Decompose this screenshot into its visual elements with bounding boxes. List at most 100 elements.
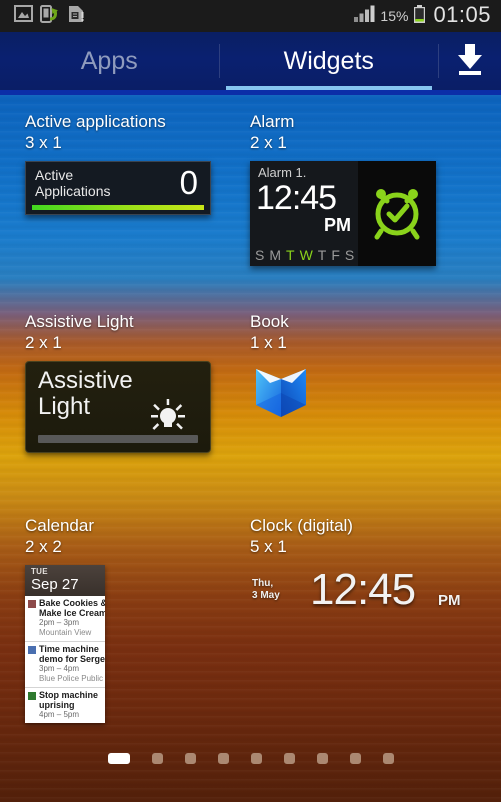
- clock-time-label: 12:45: [310, 565, 416, 614]
- widget-item-book[interactable]: Book 1 x 1: [250, 311, 312, 428]
- page-dot-6[interactable]: [283, 753, 295, 764]
- widget-item-assistive-light[interactable]: Assistive Light 2 x 1 Assistive Light: [25, 311, 211, 453]
- alarm-day-1: M: [269, 247, 282, 263]
- widget-title: Assistive Light: [25, 312, 134, 331]
- status-bar: 15% 01:05: [0, 0, 501, 32]
- calendar-event-body: Bake Cookies & Make Ice Cream 2pm – 3pm …: [39, 598, 105, 638]
- battery-percent-label: 15%: [380, 8, 409, 24]
- widget-size: 1 x 1: [250, 333, 287, 352]
- status-bar-right: 15% 01:05: [354, 4, 491, 28]
- clock-date-line1: Thu,: [252, 578, 274, 589]
- widget-item-calendar[interactable]: Calendar 2 x 2 TUE Sep 27 Bake Cookies &…: [25, 515, 105, 723]
- sim-card-alert-icon: [67, 5, 85, 28]
- calendar-event-time: 2pm – 3pm: [39, 618, 80, 627]
- alarm-icon-panel: [358, 161, 436, 266]
- widget-title: Alarm: [250, 112, 295, 131]
- widget-preview-active-applications[interactable]: Active Applications 0: [25, 161, 211, 215]
- active-applications-label: Active Applications: [35, 167, 155, 199]
- page-dot-4[interactable]: [217, 753, 229, 764]
- alarm-info-panel: Alarm 1. 12:45 PM S M T W T F S: [250, 161, 358, 266]
- alarm-day-3: W: [299, 247, 313, 263]
- widget-title: Clock (digital): [250, 516, 353, 535]
- widget-title: Book: [250, 312, 289, 331]
- calendar-event-title-line2: Make Ice Cream: [39, 608, 105, 618]
- calendar-event-color-dot: [28, 600, 36, 608]
- status-bar-clock: 01:05: [433, 2, 491, 27]
- page-indicator: [0, 753, 501, 764]
- battery-icon: [413, 4, 426, 28]
- page-dot-8[interactable]: [349, 753, 361, 764]
- alarm-clock-icon: [365, 179, 429, 248]
- calendar-event-color-dot: [28, 646, 36, 654]
- widget-item-alarm[interactable]: Alarm 2 x 1 Alarm 1. 12:45 PM S M T W T: [250, 111, 436, 266]
- calendar-event-row[interactable]: Bake Cookies & Make Ice Cream 2pm – 3pm …: [25, 596, 105, 642]
- page-dot-2[interactable]: [151, 753, 163, 764]
- alarm-day-5: F: [331, 247, 340, 263]
- status-bar-left-icons: [14, 4, 85, 28]
- download-icon: [454, 42, 486, 81]
- widget-size: 5 x 1: [250, 537, 287, 556]
- calendar-event-location: Mountain View: [39, 628, 92, 637]
- widget-preview-calendar[interactable]: TUE Sep 27 Bake Cookies & Make Ice Cream…: [25, 565, 105, 723]
- calendar-event-title-line1: Time machine: [39, 644, 99, 654]
- clock-date-line2: 3 May: [252, 590, 280, 601]
- brightness-slider[interactable]: [38, 435, 198, 443]
- widget-item-active-applications[interactable]: Active applications 3 x 1 Active Applica…: [25, 111, 211, 215]
- usb-transfer-icon: [40, 4, 60, 28]
- calendar-event-time: 3pm – 4pm: [39, 664, 80, 673]
- tab-apps[interactable]: Apps: [0, 32, 219, 90]
- active-applications-label-line2: Applications: [35, 183, 111, 199]
- calendar-event-title-line1: Bake Cookies &: [39, 598, 105, 608]
- download-button[interactable]: [439, 32, 501, 90]
- widget-grid: Active applications 3 x 1 Active Applica…: [0, 95, 501, 802]
- clock-ampm-label: PM: [438, 592, 461, 609]
- widget-preview-clock-digital[interactable]: Thu, 3 May 12:45 PM: [250, 565, 480, 614]
- widget-preview-alarm[interactable]: Alarm 1. 12:45 PM S M T W T F S: [250, 161, 436, 266]
- widget-size: 2 x 2: [25, 537, 62, 556]
- widgets-picker-screen: 15% 01:05 Apps Widgets Active applicatio…: [0, 0, 501, 802]
- clock-date-label: Thu, 3 May: [252, 578, 280, 602]
- active-applications-count: 0: [179, 164, 198, 201]
- assistive-light-label-line2: Light: [38, 393, 91, 420]
- image-icon: [14, 5, 33, 27]
- alarm-day-4: T: [317, 247, 327, 263]
- tab-widgets[interactable]: Widgets: [220, 32, 439, 90]
- page-dot-7[interactable]: [316, 753, 328, 764]
- assistive-light-label-line1: Assistive: [38, 367, 133, 394]
- alarm-day-2: T: [286, 247, 295, 263]
- tab-bar: Apps Widgets: [0, 32, 501, 90]
- widget-size: 2 x 1: [25, 333, 62, 352]
- widget-size: 2 x 1: [250, 133, 287, 152]
- calendar-header: TUE Sep 27: [25, 565, 105, 596]
- calendar-date: Sep 27: [31, 576, 79, 593]
- page-dot-3[interactable]: [184, 753, 196, 764]
- calendar-event-title-line2: demo for Sergey: [39, 654, 105, 664]
- widget-title: Active applications: [25, 112, 166, 131]
- alarm-day-6: S: [344, 247, 355, 263]
- widget-size: 3 x 1: [25, 133, 62, 152]
- signal-bars-icon: [354, 5, 375, 27]
- calendar-event-location: Blue Police Public: [39, 674, 104, 683]
- alarm-ampm-label: PM: [324, 215, 351, 235]
- alarm-day-0: S: [255, 247, 265, 263]
- tab-bar-underline: [0, 90, 501, 95]
- widget-preview-assistive-light[interactable]: Assistive Light: [25, 361, 211, 453]
- alarm-name-label: Alarm 1.: [258, 165, 307, 180]
- page-dot-5[interactable]: [250, 753, 262, 764]
- page-dot-1[interactable]: [107, 753, 130, 764]
- calendar-event-color-dot: [28, 692, 36, 700]
- open-book-icon[interactable]: [250, 369, 312, 427]
- calendar-event-title-line2: uprising: [39, 700, 75, 710]
- calendar-event-body: Stop machine uprising 4pm – 5pm: [39, 690, 98, 720]
- calendar-event-time: 4pm – 5pm: [39, 710, 80, 719]
- assistive-light-label: Assistive Light: [38, 368, 133, 420]
- widget-item-clock-digital[interactable]: Clock (digital) 5 x 1 Thu, 3 May 12:45 P…: [250, 515, 480, 614]
- calendar-event-row[interactable]: Stop machine uprising 4pm – 5pm: [25, 688, 105, 723]
- calendar-event-row[interactable]: Time machine demo for Sergey 3pm – 4pm B…: [25, 642, 105, 688]
- active-applications-progress-bar: [32, 205, 204, 210]
- alarm-time-label: 12:45: [256, 179, 337, 217]
- page-dot-9[interactable]: [382, 753, 394, 764]
- calendar-day-of-week: TUE: [31, 567, 48, 576]
- active-applications-label-line1: Active: [35, 167, 74, 183]
- alarm-days-row: S M T W T F S: [255, 247, 354, 263]
